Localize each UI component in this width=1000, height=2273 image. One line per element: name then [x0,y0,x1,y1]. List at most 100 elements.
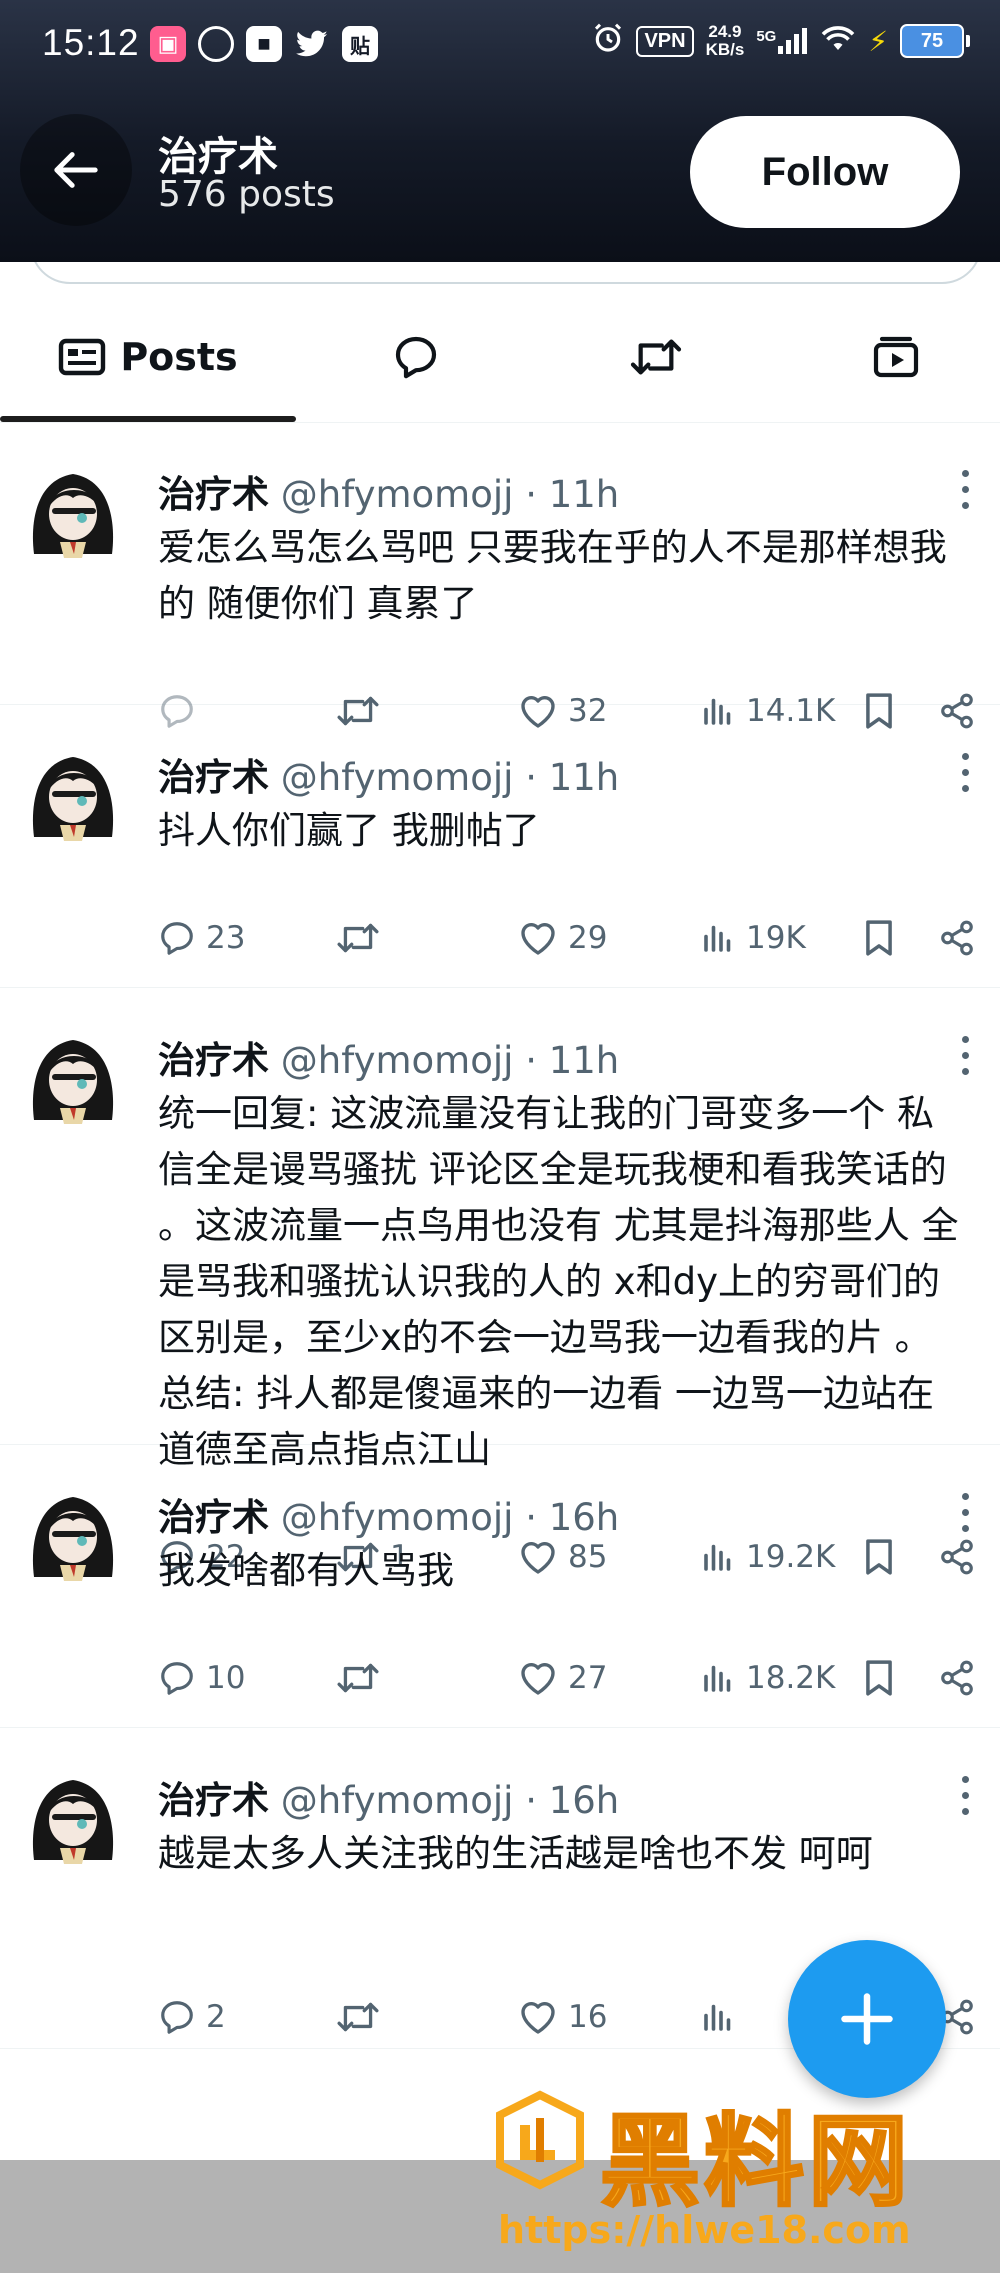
more-options-icon[interactable] [960,753,970,792]
views-button[interactable]: 18.2K [700,1653,835,1703]
views-count: 18.2K [746,1660,836,1696]
battery-icon: 75 [900,24,970,58]
heart-icon [518,1659,558,1697]
reply-count: 10 [206,1660,246,1696]
reply-button[interactable]: 2 [158,1992,226,2042]
post-text: 我发啥都有人骂我 [158,1549,454,1592]
post-text: 统一回复: 这波流量没有让我的门哥变多一个 私信全是谩骂骚扰 评论区全是玩我梗和… [158,1092,959,1471]
profile-tabs: Posts [0,292,1000,423]
like-button[interactable]: 29 [518,913,607,963]
post-feed: 治疗术 @hfymomojj · 11h 爱怎么骂怎么骂吧 只要我在乎的人不是那… [0,422,1000,2049]
author-name[interactable]: 治疗术 [158,756,269,799]
tab-replies[interactable] [296,292,536,422]
avatar[interactable] [24,745,122,843]
notification-icons: ▣ ■ 贴 [150,26,378,62]
author-handle: @hfymomojj [280,473,514,516]
back-button[interactable] [20,114,132,226]
repost-button[interactable] [336,1992,390,2042]
author-handle: @hfymomojj [280,1496,514,1539]
bookmark-button[interactable] [862,1653,896,1703]
post-header: 治疗术 @hfymomojj · 11h [158,464,619,518]
views-icon [700,920,736,956]
post-time: 11h [548,756,620,799]
posts-icon [59,338,106,376]
views-count: 19K [746,920,806,956]
tab-reposts[interactable] [536,292,776,422]
more-options-icon[interactable] [960,1036,970,1075]
reply-icon [158,919,196,957]
watermark: 黑料网 https://hlwe18.com [490,2080,1000,2270]
like-button[interactable]: 16 [518,1992,607,2042]
replies-icon [395,336,437,379]
post-item[interactable]: 治疗术 @hfymomojj · 11h 爱怎么骂怎么骂吧 只要我在乎的人不是那… [0,422,1000,729]
separator-dot: · [525,756,537,799]
author-name[interactable]: 治疗术 [158,1496,269,1539]
share-button[interactable] [938,913,976,963]
share-icon [938,919,976,957]
tab-posts[interactable]: Posts [0,292,296,422]
post-actions: 23 29 19K [150,913,990,963]
bookmark-button[interactable] [862,913,896,963]
share-button[interactable] [938,1653,976,1703]
author-name[interactable]: 治疗术 [158,473,269,516]
more-options-icon[interactable] [960,1493,970,1532]
reply-count: 23 [206,920,246,956]
repost-button[interactable] [336,913,390,963]
follow-button[interactable]: Follow [690,116,960,228]
author-name[interactable]: 治疗术 [158,1779,269,1822]
status-indicators: VPN 24.9 KB/s 5G ⚡ 75 [592,22,970,60]
post-header: 治疗术 @hfymomojj · 11h [158,1030,619,1084]
media-icon [873,336,919,378]
bilibili-icon: ▣ [150,26,186,62]
views-button[interactable] [700,1992,746,2042]
heart-icon [518,919,558,957]
more-options-icon[interactable] [960,1776,970,1815]
avatar[interactable] [24,1768,122,1866]
post-text: 爱怎么骂怎么骂吧 只要我在乎的人不是那样想我的 随便你们 真累了 [158,526,947,625]
like-count: 27 [568,1660,608,1696]
views-button[interactable]: 19K [700,913,806,963]
author-name[interactable]: 治疗术 [158,1039,269,1082]
plus-icon [841,1993,893,2045]
repost-button[interactable] [336,1653,390,1703]
post-time: 11h [548,1039,620,1082]
author-handle: @hfymomojj [280,1779,514,1822]
avatar[interactable] [24,462,122,560]
bookmark-icon [862,919,896,957]
reply-button[interactable]: 10 [158,1653,245,1703]
repost-icon [336,919,380,957]
post-time: 16h [548,1779,620,1822]
twitter-bird-icon [294,26,330,62]
avatar[interactable] [24,1485,122,1583]
post-count: 576 posts [158,174,335,215]
watermark-title: 黑料网 [599,2102,912,2222]
tieba-icon: 贴 [342,26,378,62]
post-time: 11h [548,473,620,516]
separator-dot: · [525,1496,537,1539]
post-item[interactable]: 治疗术 @hfymomojj · 16h 我发啥都有人骂我 10 27 18.2… [0,1445,1000,1728]
post-item[interactable]: 治疗术 @hfymomojj · 11h 统一回复: 这波流量没有让我的门哥变多… [0,988,1000,1575]
reply-icon [158,1659,196,1697]
alarm-icon [592,22,624,60]
post-text: 抖人你们赢了 我删帖了 [158,809,540,852]
avatar[interactable] [24,1028,122,1126]
wifi-icon [820,24,856,58]
arrow-left-icon [54,152,98,188]
profile-header: 15:12 ▣ ■ 贴 VPN 24.9 KB/s 5G ⚡ 75 治疗术 57… [0,0,1000,262]
netease-music-icon [198,26,234,62]
post-item[interactable]: 治疗术 @hfymomojj · 11h 抖人你们赢了 我删帖了 23 29 1… [0,705,1000,988]
more-options-icon[interactable] [960,470,970,509]
post-header: 治疗术 @hfymomojj · 11h [158,747,619,801]
separator-dot: · [525,1039,537,1082]
status-bar: 15:12 ▣ ■ 贴 VPN 24.9 KB/s 5G ⚡ 75 [0,0,1000,90]
separator-dot: · [525,1779,537,1822]
compose-button[interactable] [788,1940,946,2098]
tab-posts-label: Posts [120,335,238,379]
charging-icon: ⚡ [868,25,888,57]
reposts-icon [630,339,682,375]
tab-media[interactable] [776,292,1000,422]
reply-button[interactable]: 23 [158,913,245,963]
watermark-url: https://hlwe18.com [498,2208,911,2252]
like-button[interactable]: 27 [518,1653,607,1703]
author-handle: @hfymomojj [280,1039,514,1082]
